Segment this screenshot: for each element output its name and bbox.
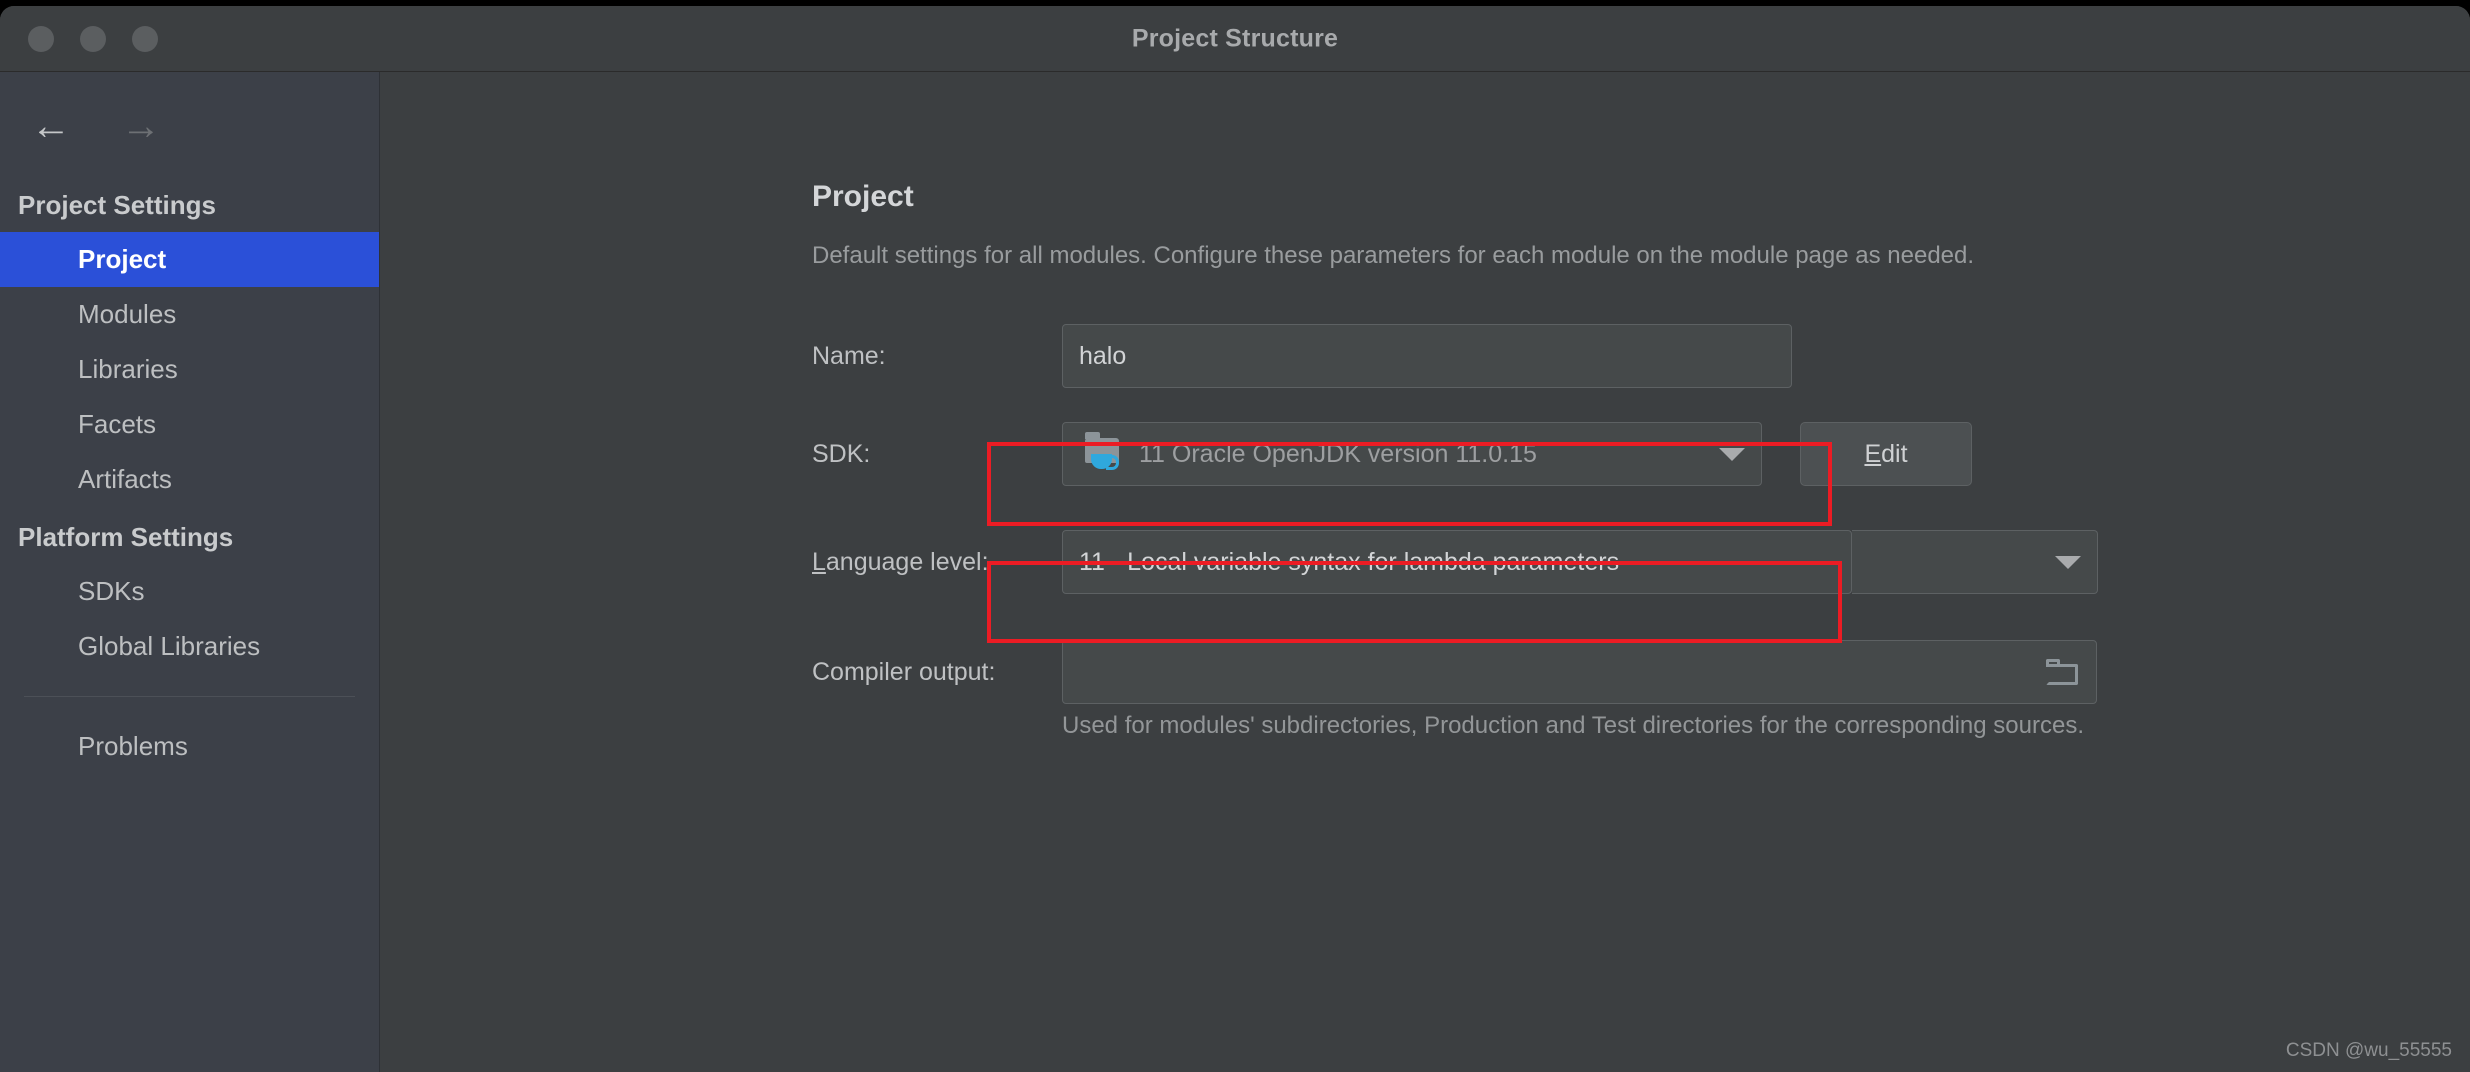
sidebar-item-facets[interactable]: Facets: [0, 397, 379, 452]
language-level-label-rest: anguage level:: [825, 547, 989, 576]
sidebar-section-platform-settings: Platform Settings: [18, 521, 234, 552]
compiler-output-input[interactable]: [1062, 640, 2097, 704]
language-level-row: Language level: 11 - Local variable synt…: [812, 530, 2470, 594]
sidebar-item-project[interactable]: Project: [0, 232, 379, 288]
name-label: Name:: [812, 341, 886, 370]
folder-browse-icon[interactable]: [2046, 658, 2080, 686]
name-value: halo: [1079, 341, 1127, 370]
name-input[interactable]: halo: [1062, 324, 1792, 388]
language-level-mnemonic: L: [812, 547, 826, 576]
sdk-row: SDK: 11 Oracle OpenJDK version 11.0.15 E…: [812, 422, 2470, 486]
language-level-dropdown-arrow-area[interactable]: [1852, 530, 2098, 594]
settings-sidebar: ← → Project Settings Project Modules Lib…: [0, 72, 380, 1072]
compiler-output-label: Compiler output:: [812, 657, 996, 686]
page-description: Default settings for all modules. Config…: [812, 242, 1975, 269]
jdk-folder-icon: [1085, 432, 1125, 472]
sidebar-item-problems[interactable]: Problems: [0, 719, 379, 774]
arrow-left-icon[interactable]: ←: [28, 106, 74, 146]
language-level-select[interactable]: 11 - Local variable syntax for lambda pa…: [1062, 530, 1852, 594]
sidebar-item-global-libraries[interactable]: Global Libraries: [0, 619, 379, 674]
project-settings-panel: Project Default settings for all modules…: [380, 72, 2470, 1072]
window-titlebar: Project Structure: [0, 6, 2470, 72]
compiler-output-help: Used for modules' subdirectories, Produc…: [1062, 712, 2084, 739]
navigation-bar: ← →: [0, 98, 379, 188]
sidebar-item-modules[interactable]: Modules: [0, 287, 379, 342]
name-row: Name: halo: [812, 324, 2470, 388]
edit-button-label-rest: dit: [1881, 439, 1908, 468]
chevron-down-icon[interactable]: [1719, 447, 1745, 461]
edit-sdk-button[interactable]: Edit: [1800, 422, 1972, 486]
window-body: ← → Project Settings Project Modules Lib…: [0, 72, 2470, 1072]
compiler-output-row: Compiler output:: [812, 640, 2470, 704]
watermark: CSDN @wu_55555: [2285, 1040, 2452, 1061]
sidebar-item-libraries[interactable]: Libraries: [0, 342, 379, 397]
edit-button-mnemonic: E: [1864, 439, 1882, 468]
arrow-right-icon[interactable]: →: [118, 106, 164, 146]
project-structure-window: Project Structure ← → Project Settings P…: [0, 6, 2470, 1072]
page-title: Project: [812, 180, 914, 213]
sdk-label: SDK:: [812, 439, 871, 468]
sidebar-item-sdks[interactable]: SDKs: [0, 564, 379, 619]
sidebar-item-artifacts[interactable]: Artifacts: [0, 452, 379, 507]
sdk-select[interactable]: 11 Oracle OpenJDK version 11.0.15: [1062, 422, 1762, 486]
chevron-down-icon[interactable]: [2055, 555, 2081, 569]
sidebar-section-project-settings: Project Settings: [18, 190, 216, 220]
sidebar-divider: [24, 695, 355, 697]
sdk-value: 11 Oracle OpenJDK version 11.0.15: [1139, 439, 1537, 468]
language-level-label: Language level:: [812, 548, 1062, 577]
window-title: Project Structure: [1131, 24, 1339, 52]
language-level-value: 11 - Local variable syntax for lambda pa…: [1079, 547, 1620, 576]
